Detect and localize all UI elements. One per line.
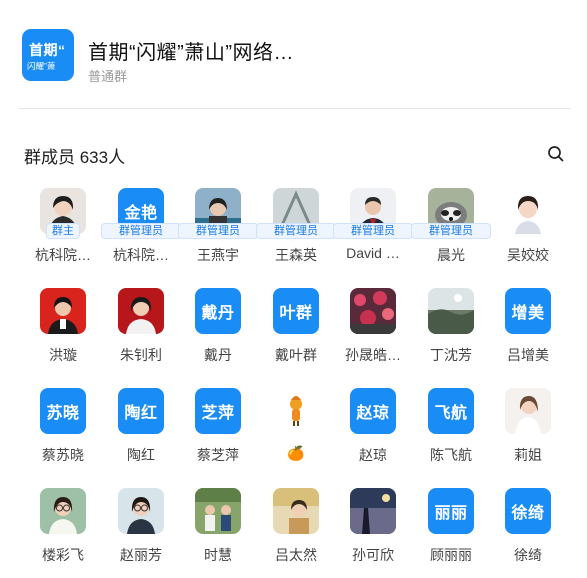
admin-badge: 群管理员 (256, 223, 336, 239)
member-avatar-text: 徐绮 (505, 488, 551, 534)
member-avatar-text: 增美 (505, 288, 551, 334)
member-name: 蔡芝萍 (197, 447, 239, 463)
member-item[interactable]: 吴姣姣 (488, 188, 568, 278)
member-item[interactable]: 丽丽 顾丽丽 (411, 488, 491, 578)
member-item[interactable]: 赵丽芳 (101, 488, 181, 578)
member-name: 孙可欣 (352, 547, 394, 563)
group-avatar-line2: 闪耀”萧 (27, 61, 56, 71)
member-name: 王森英 (275, 247, 317, 263)
group-header: 首期“ 闪耀”萧 首期“闪耀”萧山”网络… 普通群 (0, 0, 587, 110)
member-avatar-photo (118, 488, 164, 534)
member-name: 顾丽丽 (430, 547, 472, 563)
member-name: 赵琼 (359, 447, 387, 463)
group-type: 普通群 (88, 69, 128, 84)
member-avatar-photo (40, 288, 86, 334)
member-item[interactable]: 飞航 陈飞航 (411, 388, 491, 478)
member-avatar-text: 戴丹 (195, 288, 241, 334)
member-name: 陈飞航 (430, 447, 472, 463)
member-name: 杭科院… (113, 247, 169, 263)
member-item[interactable]: 楼彩飞 (23, 488, 103, 578)
member-item[interactable]: 增美 吕增美 (488, 288, 568, 378)
member-item[interactable]: 徐绮 徐绮 (488, 488, 568, 578)
member-name: 丁沈芳 (430, 347, 472, 363)
member-name: 晨光 (437, 247, 465, 263)
member-name: 戴丹 (204, 347, 232, 363)
member-item[interactable]: 群管理员 王森英 (256, 188, 336, 278)
member-item[interactable]: 时慧 (178, 488, 258, 578)
member-avatar-photo (505, 188, 551, 234)
admin-badge: 群管理员 (178, 223, 258, 239)
member-avatar-photo (195, 488, 241, 534)
member-name: 朱钊利 (120, 347, 162, 363)
member-name: 莉姐 (514, 447, 542, 463)
member-avatar-text: 苏晓 (40, 388, 86, 434)
member-item[interactable]: 孙可欣 (333, 488, 413, 578)
member-name: 赵丽芳 (120, 547, 162, 563)
member-item[interactable]: 戴丹 戴丹 (178, 288, 258, 378)
members-title: 群成员 633人 (24, 148, 126, 167)
member-name: 王燕宇 (197, 247, 239, 263)
member-item[interactable]: 洪璇 (23, 288, 103, 378)
member-avatar-photo (118, 288, 164, 334)
member-item[interactable]: 芝萍 蔡芝萍 (178, 388, 258, 478)
member-name: 吴姣姣 (507, 247, 549, 263)
member-item[interactable]: 群管理员 David … (333, 188, 413, 278)
owner-badge: 群主 (46, 223, 80, 239)
member-name: 吕太然 (275, 547, 317, 563)
member-item[interactable]: 孙晟皓… (333, 288, 413, 378)
member-item[interactable]: 苏晓 蔡苏晓 (23, 388, 103, 478)
member-name: 蔡苏晓 (42, 447, 84, 463)
member-grid: 群主 杭科院… 金艳 群管理员 杭科院… 群管理员 王燕宇 群管理员 王森英 群管理员 David … (0, 188, 587, 572)
member-avatar-text: 丽丽 (428, 488, 474, 534)
member-avatar-photo (40, 488, 86, 534)
member-avatar-photo (273, 488, 319, 534)
member-item[interactable]: 群管理员 晨光 (411, 188, 491, 278)
member-name: David … (346, 245, 400, 261)
group-avatar-line1: 首期“ (29, 42, 66, 58)
member-name: 孙晟皓… (345, 347, 401, 363)
member-name: 徐绮 (514, 547, 542, 563)
member-avatar-text: 赵琼 (350, 388, 396, 434)
member-item[interactable]: 赵琼 赵琼 (333, 388, 413, 478)
member-item[interactable]: 🍊 (256, 388, 336, 478)
member-name: 戴叶群 (275, 347, 317, 363)
admin-badge: 群管理员 (411, 223, 491, 239)
member-avatar-photo (505, 388, 551, 434)
member-avatar-photo (273, 388, 319, 434)
member-item[interactable]: 陶红 陶红 (101, 388, 181, 478)
member-avatar-photo (350, 288, 396, 334)
member-avatar-text: 芝萍 (195, 388, 241, 434)
member-avatar-text: 飞航 (428, 388, 474, 434)
member-item[interactable]: 金艳 群管理员 杭科院… (101, 188, 181, 278)
member-name: 杭科院… (35, 247, 91, 263)
member-name: 洪璇 (49, 347, 77, 363)
member-name: 🍊 (287, 445, 305, 461)
admin-badge: 群管理员 (333, 223, 413, 239)
member-avatar-text: 叶群 (273, 288, 319, 334)
divider (18, 108, 571, 109)
member-item[interactable]: 莉姐 (488, 388, 568, 478)
member-item[interactable]: 叶群 戴叶群 (256, 288, 336, 378)
member-avatar-photo (428, 288, 474, 334)
member-item[interactable]: 吕太然 (256, 488, 336, 578)
group-avatar[interactable]: 首期“ 闪耀”萧 (22, 29, 74, 81)
member-item[interactable]: 丁沈芳 (411, 288, 491, 378)
member-avatar-text: 陶红 (118, 388, 164, 434)
member-item[interactable]: 群管理员 王燕宇 (178, 188, 258, 278)
member-item[interactable]: 群主杭科院… (23, 188, 103, 278)
member-name: 吕增美 (507, 347, 549, 363)
group-name[interactable]: 首期“闪耀”萧山”网络… (88, 36, 294, 65)
search-icon[interactable] (546, 144, 566, 164)
member-name: 陶红 (127, 447, 155, 463)
member-name: 楼彩飞 (42, 547, 84, 563)
member-name: 时慧 (204, 547, 232, 563)
member-avatar-photo (350, 488, 396, 534)
member-item[interactable]: 朱钊利 (101, 288, 181, 378)
admin-badge: 群管理员 (101, 223, 181, 239)
